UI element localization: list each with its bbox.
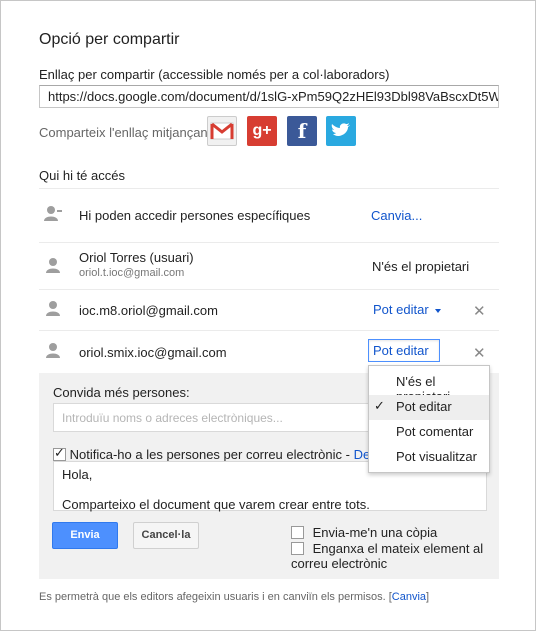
dialog-title: Opció per compartir <box>39 31 180 48</box>
divider <box>39 242 499 243</box>
person-icon <box>43 341 63 361</box>
footer-text: Es permetrà que els editors afegeixin us… <box>39 591 386 603</box>
menu-item-label: Pot editar <box>396 399 452 414</box>
facebook-icon[interactable]: f <box>287 116 317 146</box>
change-visibility-link[interactable]: Canvia... <box>371 208 422 223</box>
menu-item-label: Pot comentar <box>396 424 474 439</box>
paste-item-option: Enganxa el mateix element al <box>291 541 483 556</box>
menu-item-can-comment[interactable]: Pot comentar <box>369 420 489 445</box>
share-via-label: Comparteix l'enllaç mitjançant: <box>39 125 215 140</box>
send-copy-checkbox[interactable] <box>291 526 304 539</box>
share-link-label: Enllaç per compartir (accessible només p… <box>39 67 390 82</box>
footer-change-link[interactable]: Canvia <box>392 591 426 603</box>
divider <box>39 289 499 290</box>
divider <box>39 188 499 189</box>
menu-item-can-view[interactable]: Pot visualitzar <box>369 445 489 470</box>
share-dialog: Opció per compartir Enllaç per compartir… <box>0 0 536 631</box>
collaborator-email: ioc.m8.oriol@gmail.com <box>79 303 218 318</box>
share-link-field[interactable]: https://docs.google.com/document/d/1slG-… <box>39 85 499 108</box>
paste-item-checkbox[interactable] <box>291 542 304 555</box>
send-copy-option: Envia-me'n una còpia <box>291 525 437 540</box>
send-copy-label: Envia-me'n una còpia <box>312 525 438 540</box>
footer-note: Es permetrà que els editors afegeixin us… <box>39 591 430 603</box>
checkmark-icon: ✓ <box>374 398 385 413</box>
cancel-button[interactable]: Cancel·la <box>133 522 199 549</box>
permission-value: Pot editar <box>373 302 429 317</box>
twitter-icon[interactable] <box>326 116 356 146</box>
paste-item-label: Enganxa el mateix element al <box>312 541 484 556</box>
menu-item-owner[interactable]: N'és el propietari <box>369 370 489 404</box>
remove-icon[interactable]: ✕ <box>473 302 486 320</box>
divider <box>39 330 499 331</box>
google-plus-icon[interactable]: g+ <box>247 116 277 146</box>
permission-menu: N'és el propietari ✓ Pot editar Pot comen… <box>368 365 490 473</box>
permission-dropdown[interactable]: Pot editar <box>373 302 441 317</box>
owner-permission: N'és el propietari <box>372 259 470 274</box>
owner-email: oriol.t.ioc@gmail.com <box>79 267 185 279</box>
invite-label: Convida més persones: <box>53 385 190 400</box>
person-icon <box>43 299 63 319</box>
notify-checkbox[interactable] <box>53 445 66 461</box>
remove-icon[interactable]: ✕ <box>473 344 486 362</box>
permission-value: Pot editar <box>373 343 429 358</box>
permission-dropdown-open[interactable]: Pot editar <box>368 339 440 369</box>
notify-label: Notifica-ho a les persones per correu el… <box>69 447 354 462</box>
notify-option: Notifica-ho a les persones per correu el… <box>53 445 406 462</box>
collaborator-email: oriol.smix.ioc@gmail.com <box>79 345 227 360</box>
group-icon <box>43 204 63 224</box>
access-section-title: Qui hi té accés <box>39 168 125 183</box>
invite-input[interactable]: Introduïu noms o adreces electròniques..… <box>53 403 371 432</box>
person-icon <box>43 256 63 276</box>
message-line: Comparteixo el document que varem crear … <box>62 497 370 512</box>
visibility-description: Hi poden accedir persones específiques <box>79 208 311 223</box>
chevron-down-icon <box>434 308 441 313</box>
send-button[interactable]: Envia <box>52 522 118 549</box>
gmail-icon[interactable] <box>207 116 237 146</box>
owner-name: Oriol Torres (usuari) <box>79 250 194 265</box>
paste-item-label-cont: correu electrònic <box>291 556 388 571</box>
menu-item-label: Pot visualitzar <box>396 449 477 464</box>
menu-item-can-edit[interactable]: ✓ Pot editar <box>369 395 489 420</box>
